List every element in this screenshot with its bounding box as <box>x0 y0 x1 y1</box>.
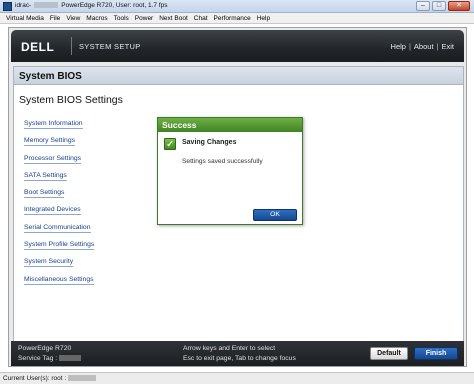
app-icon <box>3 2 12 11</box>
menu-help[interactable]: Help <box>254 15 273 22</box>
dialog-message-title: Saving Changes <box>182 139 237 146</box>
menu-virtual-media[interactable]: Virtual Media <box>3 15 47 22</box>
page-title: System BIOS <box>19 71 82 82</box>
menu-view[interactable]: View <box>63 15 83 22</box>
link-sata-settings[interactable]: SATA Settings <box>24 170 144 187</box>
setup-footer: PowerEdge R720 Service Tag : Arrow keys … <box>11 341 464 366</box>
redacted-service-tag <box>59 355 82 362</box>
menu-macros[interactable]: Macros <box>83 15 110 22</box>
menu-chat[interactable]: Chat <box>191 15 211 22</box>
current-users-label: Current User(s): root : <box>3 375 67 382</box>
menu-performance[interactable]: Performance <box>211 15 254 22</box>
menu-next-boot[interactable]: Next Boot <box>156 15 191 22</box>
menu-file[interactable]: File <box>47 15 63 22</box>
link-system-security[interactable]: System Security <box>24 256 144 273</box>
link-memory-settings[interactable]: Memory Settings <box>24 135 144 152</box>
link-label: Serial Communication <box>24 223 91 233</box>
window-titlebar: idrac- PowerEdge R720, User: root, 1.7 fp… <box>0 0 474 13</box>
server-model: PowerEdge R720 <box>18 345 72 352</box>
link-label: Memory Settings <box>24 137 75 147</box>
service-tag-label: Service Tag : <box>18 355 58 362</box>
default-button[interactable]: Default <box>370 347 408 360</box>
link-integrated-devices[interactable]: Integrated Devices <box>24 204 144 221</box>
link-label: System Profile Settings <box>24 241 95 251</box>
link-label: Integrated Devices <box>24 206 81 216</box>
dialog-title: Success <box>162 120 197 130</box>
status-bar: Current User(s): root : <box>0 372 474 384</box>
link-miscellaneous-settings[interactable]: Miscellaneous Settings <box>24 274 144 291</box>
checkmark-icon: ✓ <box>164 138 176 150</box>
menu-power[interactable]: Power <box>132 15 156 22</box>
finish-button[interactable]: Finish <box>414 347 458 360</box>
link-system-profile-settings[interactable]: System Profile Settings <box>24 239 144 256</box>
minimize-button[interactable]: – <box>416 1 430 11</box>
link-serial-communication[interactable]: Serial Communication <box>24 222 144 239</box>
window-title-suffix: PowerEdge R720, User: root, 1.7 fps <box>61 2 168 9</box>
maximize-button[interactable]: □ <box>432 1 446 11</box>
close-button[interactable]: ✕ <box>448 1 470 11</box>
link-label: Processor Settings <box>24 154 82 164</box>
link-label: System Security <box>24 258 74 268</box>
dell-logo: DELL <box>21 40 55 54</box>
ok-button[interactable]: OK <box>253 209 297 221</box>
service-tag: Service Tag : <box>18 355 82 362</box>
header-title: SYSTEM SETUP <box>79 42 141 51</box>
redacted-users <box>68 375 97 382</box>
header-link-separator: | <box>408 42 411 51</box>
help-link[interactable]: Help <box>391 42 406 51</box>
success-dialog: Success ✓ Saving Changes Settings saved … <box>157 117 303 225</box>
menu-bar: Virtual Media File View Macros Tools Pow… <box>0 13 474 24</box>
redacted-hostname <box>34 2 59 9</box>
system-setup-header: DELL SYSTEM SETUP Help | About | Exit <box>11 30 464 62</box>
link-label: SATA Settings <box>24 171 67 181</box>
link-boot-settings[interactable]: Boot Settings <box>24 187 144 204</box>
panel-header: System BIOS <box>14 67 463 85</box>
header-divider <box>71 37 72 55</box>
link-label: Boot Settings <box>24 189 65 199</box>
menu-tools[interactable]: Tools <box>111 15 132 22</box>
dialog-message-text: Settings saved successfully <box>182 158 263 165</box>
settings-menu: System Information Memory Settings Proce… <box>24 118 144 291</box>
window-controls: – □ ✕ <box>416 1 470 11</box>
current-users: Current User(s): root : <box>3 375 97 382</box>
link-processor-settings[interactable]: Processor Settings <box>24 153 144 170</box>
dialog-header: Success <box>158 118 302 132</box>
section-title: System BIOS Settings <box>19 94 123 106</box>
header-link-separator: | <box>436 42 439 51</box>
about-link[interactable]: About <box>414 42 434 51</box>
header-links: Help | About | Exit <box>391 42 454 51</box>
window-title: idrac- PowerEdge R720, User: root, 1.7 fp… <box>15 2 168 9</box>
link-system-information[interactable]: System Information <box>24 118 144 135</box>
window-title-prefix: idrac- <box>15 2 32 9</box>
link-label: System Information <box>24 120 83 129</box>
keyboard-help-line-1: Arrow keys and Enter to select <box>183 345 276 352</box>
keyboard-help-line-2: Esc to exit page, Tab to change focus <box>183 355 296 362</box>
link-label: Miscellaneous Settings <box>24 275 94 285</box>
exit-link[interactable]: Exit <box>441 42 454 51</box>
